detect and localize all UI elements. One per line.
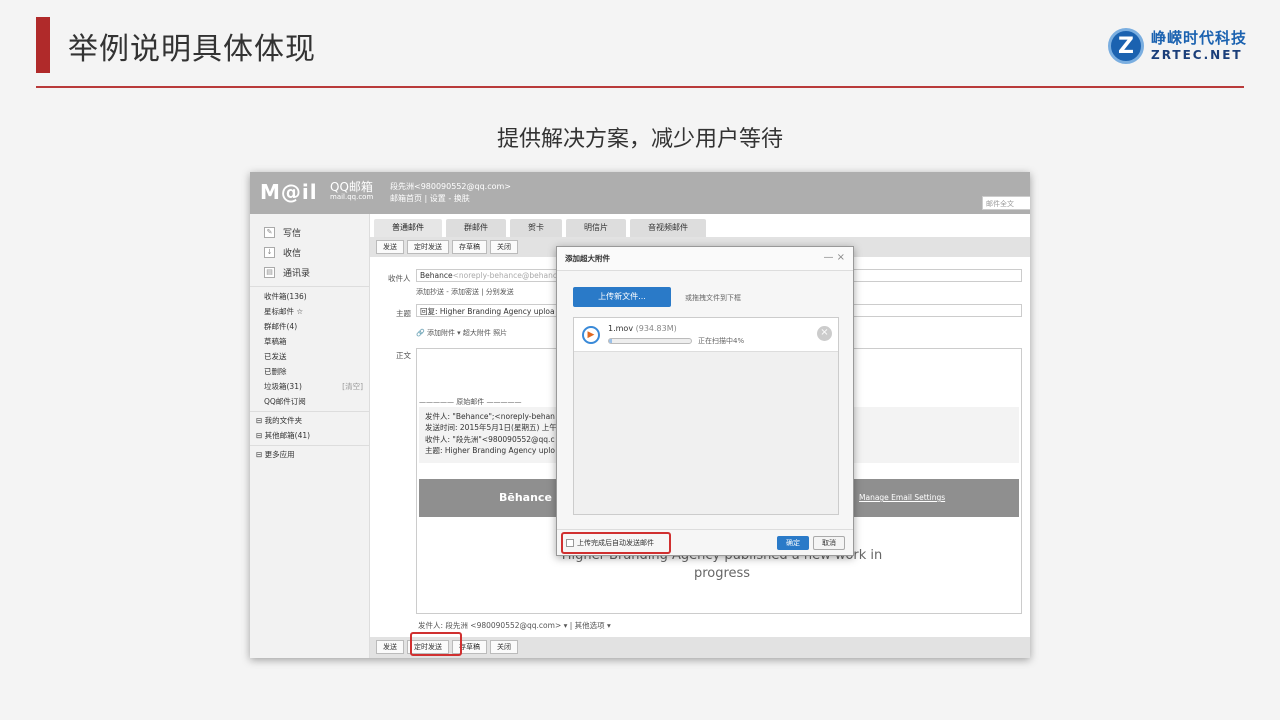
sidebar-item-contacts[interactable]: ▤ 通讯录 [264, 262, 369, 282]
file-size: (934.83M) [635, 324, 677, 333]
cancel-button[interactable]: 取消 [813, 536, 845, 550]
file-drop-area[interactable]: ▶ 1.mov (934.83M) 正在扫描中4% × [573, 317, 839, 515]
mail-sidebar: ✎ 写信 ↓ 收信 ▤ 通讯录 收件箱(136) 星标邮件 ☆ 群邮件(4) 草稿箱 … [250, 214, 370, 658]
ok-button[interactable]: 确定 [777, 536, 809, 550]
compose-icon: ✎ [264, 226, 275, 238]
receive-icon: ↓ [264, 246, 275, 258]
sidebar-folder[interactable]: 已删除 [264, 366, 369, 381]
tab-postcard[interactable]: 明信片 [566, 219, 626, 237]
sidebar-folder[interactable]: 星标邮件 ☆ [264, 306, 369, 321]
original-mail-label: ————— 原始邮件 ————— [419, 398, 522, 406]
sender-line[interactable]: 发件人: 段先洲 <980090552@qq.com> ▾ | 其他选项 ▾ [418, 620, 611, 631]
clear-trash-link[interactable]: [清空] [342, 381, 363, 396]
drag-hint: 或拖拽文件到下框 [685, 294, 741, 302]
close-button-bottom[interactable]: 关闭 [490, 640, 518, 654]
sidebar-folder[interactable]: 已发送 [264, 351, 369, 366]
close-button[interactable]: 关闭 [490, 240, 518, 254]
cc-links[interactable]: 添加抄送 - 添加密送 | 分别发送 [416, 287, 514, 297]
mail-logo-domain: mail.qq.com [330, 193, 374, 202]
large-attachment-dialog: 添加超大附件 — × 上传新文件... 或拖拽文件到下框 ▶ 1.mov (93… [556, 246, 854, 556]
title-divider [36, 86, 1244, 88]
sidebar-folder[interactable]: 垃圾箱(31) [清空] [264, 381, 369, 396]
logo-en-text: ZRTEC.NET [1151, 48, 1243, 62]
attach-links[interactable]: 🔗 添加附件 ▾ 超大附件 照片 [416, 328, 507, 338]
sidebar-folder[interactable]: 群邮件(4) [264, 321, 369, 336]
dialog-footer: 上传完成后自动发送邮件 确定 取消 [557, 529, 853, 555]
highlight-schedule-send [410, 632, 462, 656]
behance-logo: Bēhance [499, 491, 552, 504]
user-links[interactable]: 邮箱首页 | 设置 - 换肤 [390, 193, 511, 205]
tab-card[interactable]: 贺卡 [510, 219, 562, 237]
sidebar-folder[interactable]: 草稿箱 [264, 336, 369, 351]
sidebar-group[interactable]: ⊟ 我的文件夹 [256, 415, 369, 430]
dialog-title: 添加超大附件 [557, 247, 853, 271]
search-input[interactable]: 邮件全文 [982, 196, 1030, 210]
tab-normal[interactable]: 普通邮件 [374, 219, 442, 237]
manage-email-link[interactable]: Manage Email Settings [859, 493, 945, 502]
slide-subtitle: 提供解决方案，减少用户等待 [496, 127, 783, 152]
bottom-toolbar: 发送 定时发送 存草稿 关闭 [370, 637, 1030, 658]
mail-screenshot: M@il QQ邮箱 mail.qq.com 段先洲<980090552@qq.c… [250, 172, 1030, 658]
mail-header: M@il QQ邮箱 mail.qq.com 段先洲<980090552@qq.c… [250, 172, 1030, 214]
slide: 举例说明具体体现 Z 峥嵘时代科技 ZRTEC.NET 提供解决方案，减少用户等… [0, 0, 1280, 720]
contacts-icon: ▤ [264, 266, 275, 278]
send-button[interactable]: 发送 [376, 240, 404, 254]
logo-mark-icon: Z [1108, 28, 1144, 64]
slide-title: 举例说明具体体现 [68, 32, 316, 67]
list-item: ▶ 1.mov (934.83M) 正在扫描中4% × [574, 318, 838, 352]
to-label: 收件人 [388, 274, 411, 283]
company-logo: Z 峥嵘时代科技 ZRTEC.NET [1108, 28, 1247, 64]
dialog-window-controls[interactable]: — × [823, 252, 845, 263]
logo-cn-text: 峥嵘时代科技 [1151, 29, 1248, 47]
compose-tabs: 普通邮件 群邮件 贺卡 明信片 音视频邮件 [374, 219, 710, 237]
schedule-send-button[interactable]: 定时发送 [407, 240, 449, 254]
sidebar-folder[interactable]: QQ邮件订阅 [264, 396, 369, 411]
save-draft-button[interactable]: 存草稿 [452, 240, 487, 254]
title-accent-bar [36, 17, 50, 73]
tab-group[interactable]: 群邮件 [446, 219, 506, 237]
user-account[interactable]: 段先洲<980090552@qq.com> [390, 181, 511, 193]
sidebar-folder[interactable]: 收件箱(136) [264, 291, 369, 306]
tab-video[interactable]: 音视频邮件 [630, 219, 706, 237]
video-file-icon: ▶ [582, 326, 600, 344]
body-label: 正文 [396, 351, 411, 360]
sidebar-group[interactable]: ⊟ 其他邮箱(41) [256, 430, 369, 445]
sidebar-item-inbox[interactable]: ↓ 收信 [264, 242, 369, 262]
upload-progress-bar [608, 338, 692, 344]
subject-label: 主题 [396, 309, 411, 318]
mail-logo: M@il [260, 180, 318, 204]
sidebar-group[interactable]: ⊟ 更多应用 [250, 445, 369, 460]
send-button-bottom[interactable]: 发送 [376, 640, 404, 654]
checkbox-icon[interactable] [566, 539, 574, 547]
upload-new-file-button[interactable]: 上传新文件... [573, 287, 671, 307]
file-name: 1.mov [608, 324, 634, 333]
sidebar-item-compose[interactable]: ✎ 写信 [264, 222, 369, 242]
auto-send-checkbox[interactable]: 上传完成后自动发送邮件 [561, 532, 671, 554]
upload-status: 正在扫描中4% [698, 337, 745, 345]
remove-file-icon[interactable]: × [817, 326, 832, 341]
attach-icon: 🔗 [416, 329, 427, 337]
